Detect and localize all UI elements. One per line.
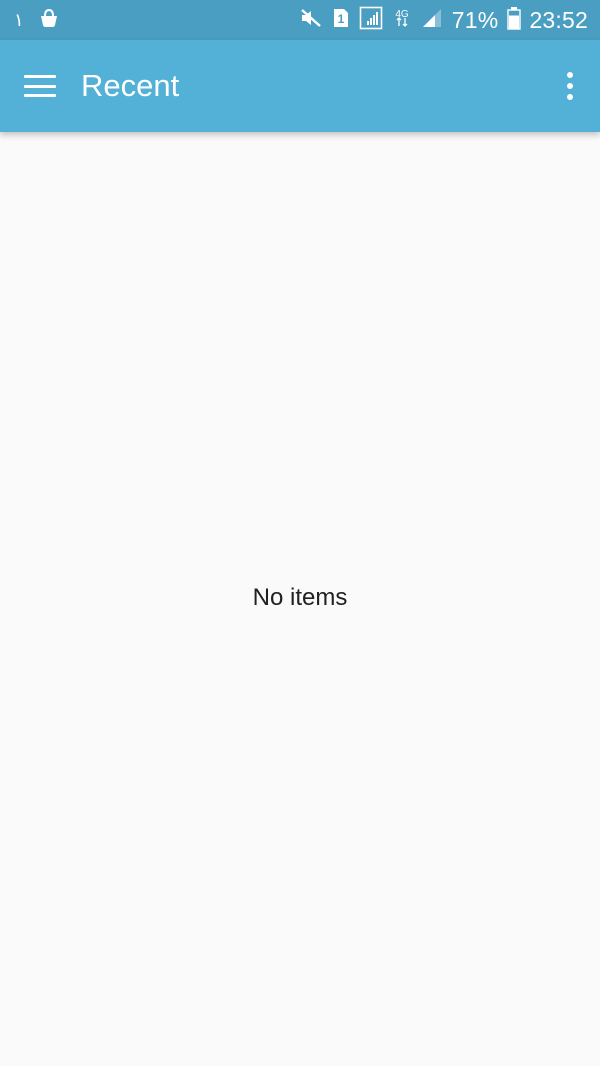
more-options-button[interactable] — [540, 40, 600, 132]
svg-text:1: 1 — [337, 12, 344, 26]
status-bar: ١ 1 4G 71% 23:52 — [0, 0, 600, 40]
recent-content: No items — [0, 132, 600, 1066]
bag-notification-icon — [38, 7, 60, 34]
clock: 23:52 — [529, 6, 588, 33]
sim-1-icon: 1 — [332, 7, 350, 34]
status-right: 1 4G 71% 23:52 — [290, 6, 588, 35]
mute-icon — [299, 7, 323, 34]
menu-button[interactable] — [0, 40, 80, 132]
hamburger-menu-icon — [24, 75, 56, 97]
app-bar: Recent — [0, 40, 600, 132]
svg-text:4G: 4G — [395, 9, 409, 20]
page-title: Recent — [81, 68, 180, 103]
signal-icon — [421, 7, 443, 34]
battery-icon — [507, 6, 522, 35]
status-left: ١ — [14, 7, 74, 34]
empty-state-message: No items — [252, 584, 348, 611]
4g-data-icon: 4G — [392, 6, 412, 35]
signal-icon — [359, 6, 383, 35]
notification-digit: ١ — [14, 9, 24, 30]
battery-percent: 71% — [451, 6, 499, 33]
more-vert-icon — [567, 72, 573, 78]
